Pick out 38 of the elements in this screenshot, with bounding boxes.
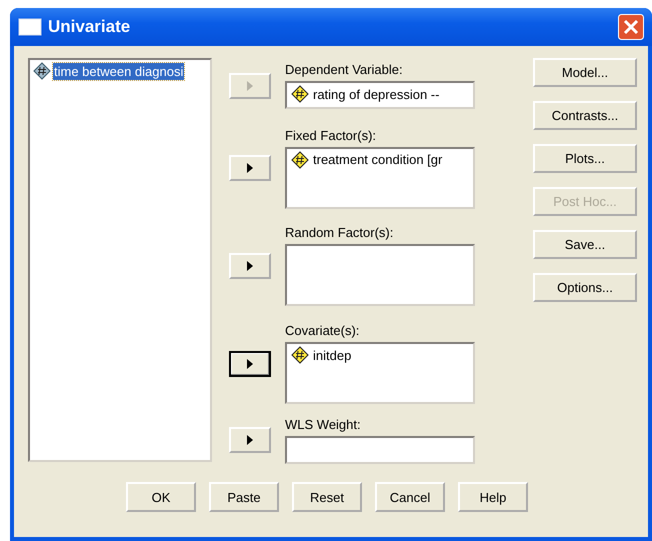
dialog-button[interactable]: Contrasts...	[533, 101, 637, 130]
variable-item[interactable]: time between diagnosi	[53, 62, 184, 80]
dialog-button[interactable]: OK	[126, 482, 196, 512]
close-icon[interactable]	[618, 14, 644, 40]
dialog-button[interactable]: Save...	[533, 230, 637, 259]
window-title: Univariate	[48, 17, 132, 37]
move-arrow-button[interactable]	[229, 350, 271, 376]
scale-variable-icon	[33, 62, 51, 80]
dialog-button[interactable]: Paste	[209, 482, 279, 512]
field-label: WLS Weight:	[285, 416, 362, 432]
dialog-button[interactable]: Options...	[533, 273, 637, 302]
variable-name: initdep	[313, 348, 352, 362]
right-arrow-icon	[246, 163, 254, 174]
dialog-button[interactable]: Plots...	[533, 144, 637, 173]
right-arrow-icon	[246, 260, 254, 271]
right-arrow-icon	[246, 80, 254, 91]
right-arrow-icon	[246, 358, 254, 368]
dialog-button[interactable]: Cancel	[375, 482, 445, 512]
target-field[interactable]	[285, 436, 475, 464]
scale-variable-icon	[291, 150, 309, 169]
target-field[interactable]	[285, 244, 475, 306]
field-label: Covariate(s):	[285, 323, 360, 338]
window-icon	[18, 18, 42, 36]
field-label: Random Factor(s):	[285, 225, 394, 240]
field-label: Dependent Variable:	[285, 62, 404, 78]
dialog-button[interactable]: Help	[458, 482, 528, 512]
right-arrow-icon	[246, 435, 254, 446]
target-field[interactable]: treatment condition [gr	[285, 146, 475, 209]
field-label: Fixed Factor(s):	[285, 128, 378, 143]
dialog-button[interactable]: Model...	[533, 58, 637, 87]
variable-list[interactable]: time between diagnosi	[28, 58, 212, 462]
target-field[interactable]: rating of depression --	[285, 81, 475, 110]
scale-variable-icon	[291, 346, 309, 364]
scale-variable-icon	[291, 85, 309, 104]
target-field[interactable]: initdep	[285, 342, 475, 404]
variable-name: treatment condition [gr	[313, 152, 442, 168]
dialog-button[interactable]: Reset	[292, 482, 362, 512]
variable-name: rating of depression --	[313, 86, 440, 102]
